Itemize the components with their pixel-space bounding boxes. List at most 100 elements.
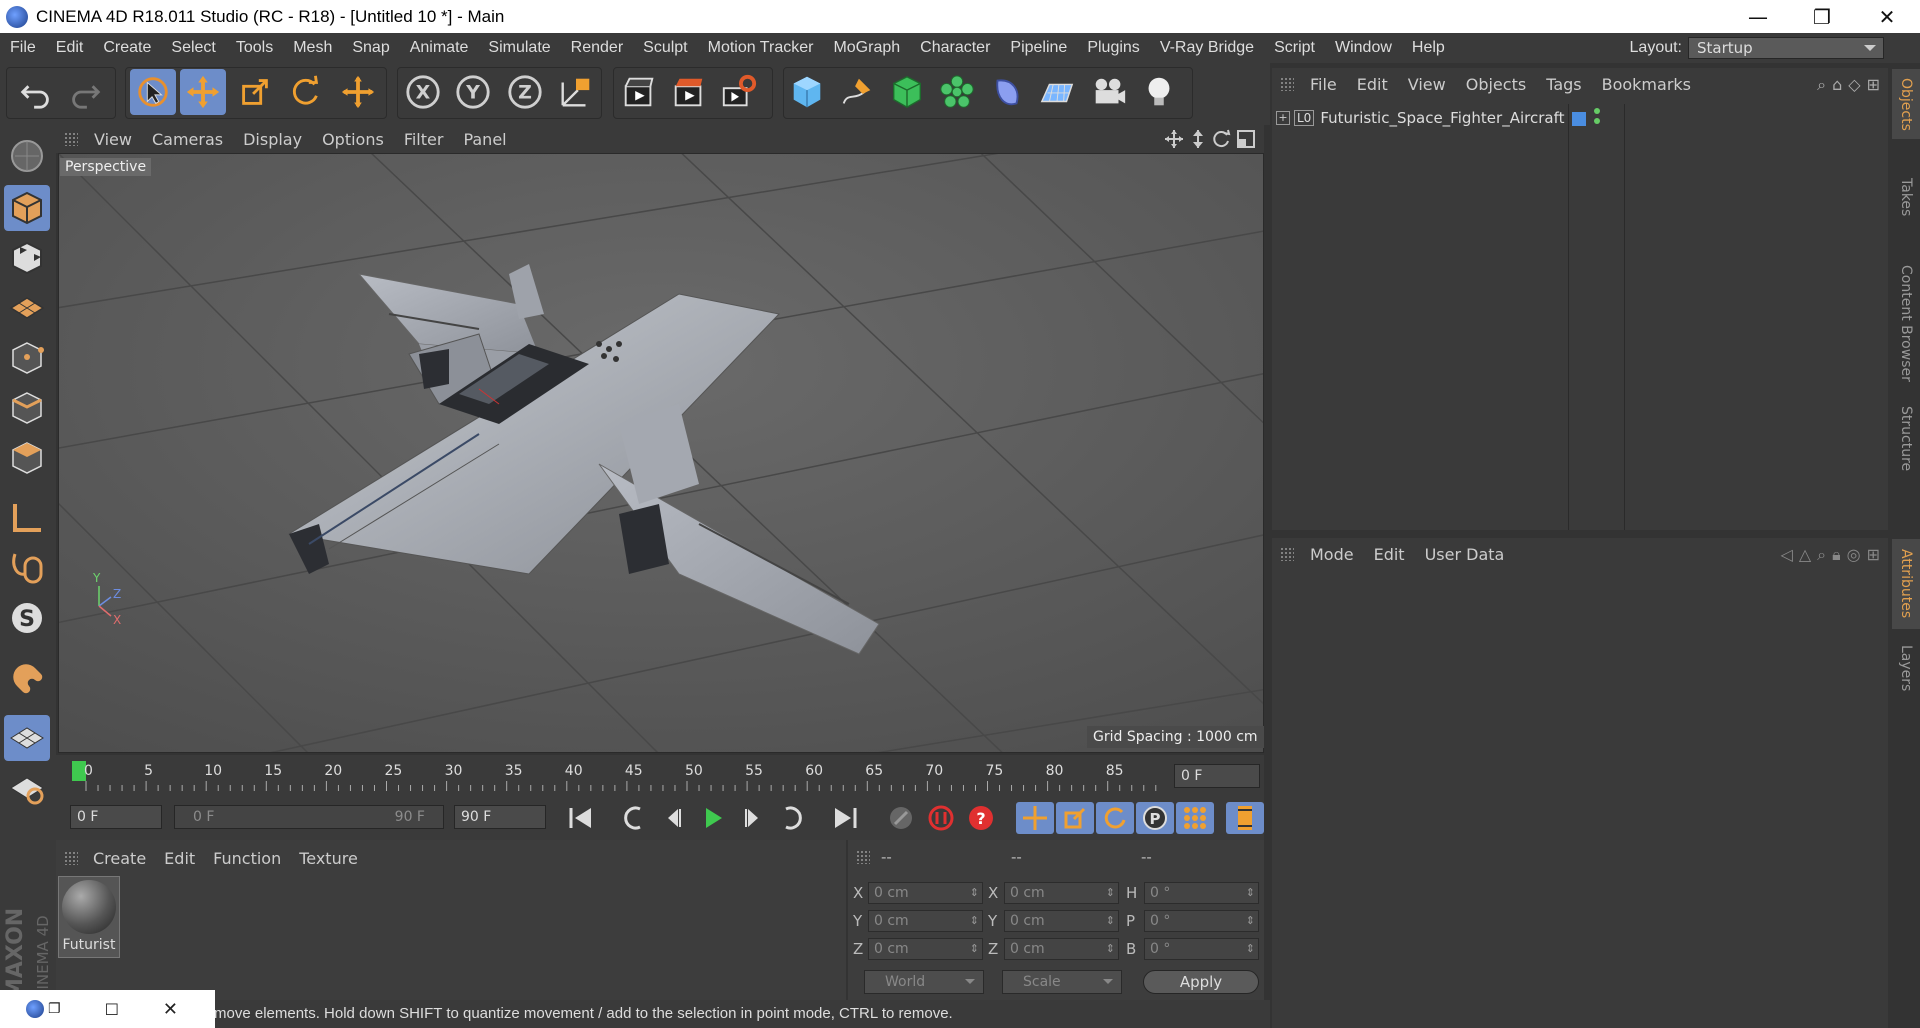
lock-workplane-icon[interactable] xyxy=(4,715,50,761)
tab-attributes[interactable]: Attributes xyxy=(1892,539,1920,629)
menu-render[interactable]: Render xyxy=(561,39,633,57)
end-frame-field[interactable]: 90 F xyxy=(454,805,546,829)
panel-grip-icon[interactable] xyxy=(64,851,78,865)
menu-mograph[interactable]: MoGraph xyxy=(823,39,910,57)
material-swatch[interactable]: Futurist xyxy=(58,876,120,958)
key-position-icon[interactable] xyxy=(1016,802,1054,834)
solo-mode-icon[interactable]: S xyxy=(4,595,50,641)
viewport-menu-options[interactable]: Options xyxy=(312,130,394,149)
coord-mode-dropdown[interactable]: World xyxy=(864,970,984,994)
menu-animate[interactable]: Animate xyxy=(400,39,479,57)
deformer-icon[interactable] xyxy=(984,69,1030,115)
viewport-menu-view[interactable]: View xyxy=(84,130,142,149)
size-y-field[interactable]: 0 cm xyxy=(1004,910,1119,932)
next-key-icon[interactable] xyxy=(774,802,812,834)
material-menu-edit[interactable]: Edit xyxy=(155,849,204,868)
goto-end-icon[interactable] xyxy=(826,802,864,834)
expand-icon[interactable]: + xyxy=(1276,111,1290,125)
object-menu-tags[interactable]: Tags xyxy=(1536,75,1591,94)
menu-edit[interactable]: Edit xyxy=(46,39,94,57)
menu-script[interactable]: Script xyxy=(1264,39,1325,57)
pos-x-field[interactable]: 0 cm xyxy=(868,882,983,904)
minimize-button[interactable]: — xyxy=(1726,0,1790,33)
undo-icon[interactable] xyxy=(13,69,59,115)
cloner-icon[interactable] xyxy=(934,69,980,115)
coord-size-dropdown[interactable]: Scale xyxy=(1002,970,1122,994)
layout-dropdown[interactable]: Startup xyxy=(1688,37,1884,59)
cube-icon[interactable] xyxy=(784,69,830,115)
menu-pipeline[interactable]: Pipeline xyxy=(1000,39,1077,57)
camera-icon[interactable] xyxy=(1086,69,1132,115)
new-panel-icon[interactable]: ⊞ xyxy=(1867,75,1880,95)
menu-mesh[interactable]: Mesh xyxy=(283,39,342,57)
viewport-menu-panel[interactable]: Panel xyxy=(453,130,516,149)
model-mode-icon[interactable] xyxy=(4,185,50,231)
material-menu-create[interactable]: Create xyxy=(84,849,155,868)
pos-z-field[interactable]: 0 cm xyxy=(868,938,983,960)
panel-grip-icon[interactable] xyxy=(856,850,870,864)
y-axis-icon[interactable]: Y xyxy=(450,69,496,115)
render-visibility-dot[interactable] xyxy=(1594,118,1600,124)
restore-small-icon[interactable]: ❐ xyxy=(48,1001,61,1017)
tweak-mode-icon[interactable] xyxy=(4,545,50,591)
object-menu-bookmarks[interactable]: Bookmarks xyxy=(1592,75,1701,94)
search-icon[interactable]: ⌕ xyxy=(1817,75,1826,95)
up-arrow-icon[interactable]: △ xyxy=(1799,545,1811,565)
tab-takes[interactable]: Takes xyxy=(1892,147,1920,247)
viewport-camera-label[interactable]: Perspective xyxy=(60,158,152,176)
axis-mode-icon[interactable] xyxy=(4,495,50,541)
viewport-menu-display[interactable]: Display xyxy=(233,130,312,149)
start-frame-field[interactable]: 0 F xyxy=(70,805,162,829)
apply-button[interactable]: Apply xyxy=(1143,970,1259,994)
floor-icon[interactable] xyxy=(1034,69,1080,115)
tab-objects[interactable]: Objects xyxy=(1892,69,1920,139)
scale-icon[interactable] xyxy=(232,69,278,115)
menu-help[interactable]: Help xyxy=(1402,39,1455,57)
panel-grip-icon[interactable] xyxy=(64,132,78,146)
attribute-menu-mode[interactable]: Mode xyxy=(1300,545,1364,564)
play-icon[interactable] xyxy=(694,802,732,834)
coordinate-system-icon[interactable] xyxy=(553,69,599,115)
object-row[interactable]: + L0 Futuristic_Space_Fighter_Aircraft xyxy=(1276,104,1600,132)
workplane-icon[interactable] xyxy=(4,285,50,331)
viewport-rotate-icon[interactable] xyxy=(1212,129,1232,149)
search-icon[interactable]: ⌕ xyxy=(1817,545,1826,565)
view-icon[interactable]: ◇ xyxy=(1848,75,1860,95)
key-help-icon[interactable]: ? xyxy=(962,802,1000,834)
panel-grip-icon[interactable] xyxy=(1280,547,1294,561)
render-picture-viewer-icon[interactable] xyxy=(666,69,712,115)
redo-icon[interactable] xyxy=(62,69,108,115)
goto-start-icon[interactable] xyxy=(562,802,600,834)
viewport-menu-filter[interactable]: Filter xyxy=(394,130,454,149)
object-menu-edit[interactable]: Edit xyxy=(1347,75,1398,94)
panel-grip-icon[interactable] xyxy=(1280,77,1294,91)
timeline-window-icon[interactable] xyxy=(1226,802,1264,834)
pos-y-field[interactable]: 0 cm xyxy=(868,910,983,932)
rot-p-field[interactable]: 0 ° xyxy=(1144,910,1259,932)
restore-button[interactable]: ❐ xyxy=(1790,0,1854,33)
subdivision-icon[interactable] xyxy=(884,69,930,115)
move-icon[interactable] xyxy=(180,69,226,115)
viewport-menu-cameras[interactable]: Cameras xyxy=(142,130,233,149)
live-selection-icon[interactable] xyxy=(130,69,176,115)
menu-character[interactable]: Character xyxy=(910,39,1000,57)
key-parameter-icon[interactable]: P xyxy=(1136,802,1174,834)
current-frame-field[interactable]: 0 F xyxy=(1174,764,1260,788)
tab-structure[interactable]: Structure xyxy=(1892,399,1920,479)
recent-tool-icon[interactable] xyxy=(335,69,381,115)
object-menu-view[interactable]: View xyxy=(1398,75,1456,94)
previous-key-icon[interactable] xyxy=(614,802,652,834)
x-axis-icon[interactable]: X xyxy=(400,69,446,115)
menu-file[interactable]: File xyxy=(0,39,46,57)
size-x-field[interactable]: 0 cm xyxy=(1004,882,1119,904)
menu-plugins[interactable]: Plugins xyxy=(1077,39,1149,57)
previous-frame-icon[interactable] xyxy=(654,802,692,834)
maximize-small-icon[interactable]: ☐ xyxy=(105,1000,119,1019)
menu-create[interactable]: Create xyxy=(93,39,161,57)
menu-sculpt[interactable]: Sculpt xyxy=(633,39,697,57)
viewport-maximize-icon[interactable] xyxy=(1236,129,1256,149)
minimized-window[interactable]: ❐ ☐ ✕ xyxy=(0,990,215,1028)
rot-h-field[interactable]: 0 ° xyxy=(1144,882,1259,904)
timeline[interactable]: 051015202530354045505560657075808590 0 F xyxy=(56,755,1264,795)
menu-snap[interactable]: Snap xyxy=(342,39,399,57)
